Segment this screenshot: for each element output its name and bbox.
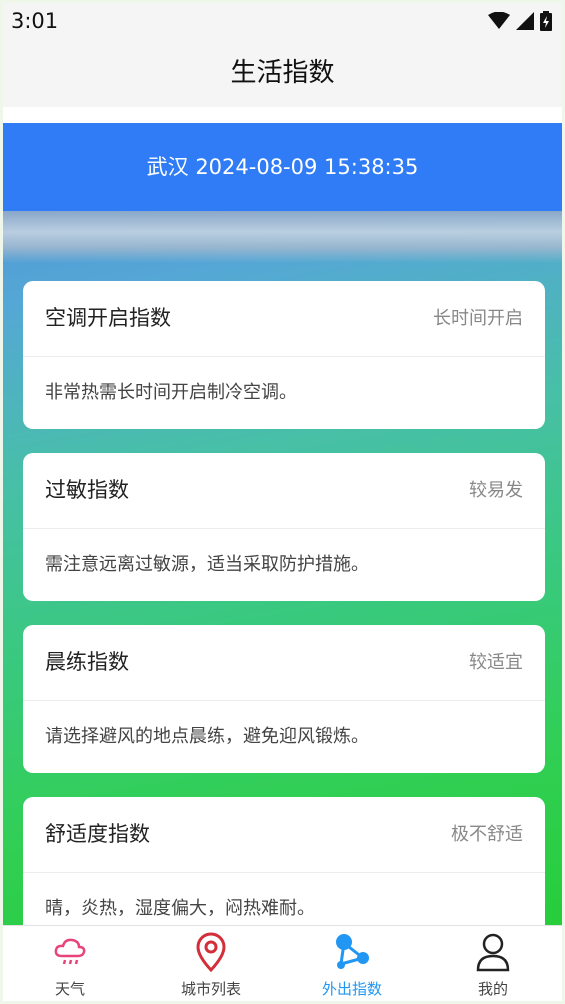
index-card[interactable]: 空调开启指数 长时间开启 非常热需长时间开启制冷空调。 <box>23 281 545 429</box>
background-area: 武汉 2024-08-09 15:38:35 空调开启指数 长时间开启 非常热需… <box>3 123 562 928</box>
nav-label: 天气 <box>54 980 85 998</box>
card-title: 晨练指数 <box>45 650 129 674</box>
status-bar: 3:01 <box>3 3 562 39</box>
status-icons <box>488 11 552 31</box>
user-icon <box>476 933 510 972</box>
nav-label: 我的 <box>477 980 508 998</box>
card-description: 晴，炎热，湿度偏大，闷热难耐。 <box>45 898 315 919</box>
title-bar: 生活指数 <box>3 39 562 107</box>
bottom-navigation: 天气 城市列表 外出指数 我的 <box>3 925 562 1001</box>
location-time-banner: 武汉 2024-08-09 15:38:35 <box>3 123 562 211</box>
card-header: 过敏指数 较易发 <box>23 453 545 529</box>
card-header: 舒适度指数 极不舒适 <box>23 797 545 873</box>
card-description: 需注意远离过敏源，适当采取防护措施。 <box>45 554 369 575</box>
index-card[interactable]: 舒适度指数 极不舒适 晴，炎热，湿度偏大，闷热难耐。 <box>23 797 545 928</box>
app-screen: 3:01 生活指数 武汉 2024-08-09 15:38:35 空调开启指数 … <box>3 3 562 1001</box>
card-title: 舒适度指数 <box>45 822 150 846</box>
battery-icon <box>540 11 552 31</box>
card-header: 空调开启指数 长时间开启 <box>23 281 545 357</box>
card-level: 极不舒适 <box>451 824 523 845</box>
card-header: 晨练指数 较适宜 <box>23 625 545 701</box>
location-pin-icon <box>196 932 226 972</box>
index-card[interactable]: 晨练指数 较适宜 请选择避风的地点晨练，避免迎风锻炼。 <box>23 625 545 773</box>
card-title: 过敏指数 <box>45 478 129 502</box>
nav-label: 外出指数 <box>321 980 382 998</box>
divider <box>3 107 562 123</box>
index-card[interactable]: 过敏指数 较易发 需注意远离过敏源，适当采取防护措施。 <box>23 453 545 601</box>
signal-icon <box>516 12 534 30</box>
nav-item-city-list[interactable]: 城市列表 <box>151 932 271 999</box>
nav-item-weather[interactable]: 天气 <box>10 932 130 999</box>
card-title: 空调开启指数 <box>45 306 171 330</box>
status-time: 3:01 <box>11 9 59 33</box>
card-description: 请选择避风的地点晨练，避免迎风锻炼。 <box>45 726 369 747</box>
cloud-decoration <box>3 211 562 263</box>
card-level: 较适宜 <box>469 652 523 673</box>
page-title: 生活指数 <box>230 58 335 88</box>
nav-label: 城市列表 <box>180 980 241 998</box>
card-level: 长时间开启 <box>433 308 523 329</box>
nav-item-profile[interactable]: 我的 <box>433 932 553 999</box>
nav-item-outdoor-index[interactable]: 外出指数 <box>292 932 412 999</box>
share-nodes-icon <box>336 934 369 969</box>
card-level: 较易发 <box>469 480 523 501</box>
card-description: 非常热需长时间开启制冷空调。 <box>45 382 297 403</box>
cloud-rain-icon <box>54 938 86 965</box>
wifi-icon <box>488 12 510 29</box>
